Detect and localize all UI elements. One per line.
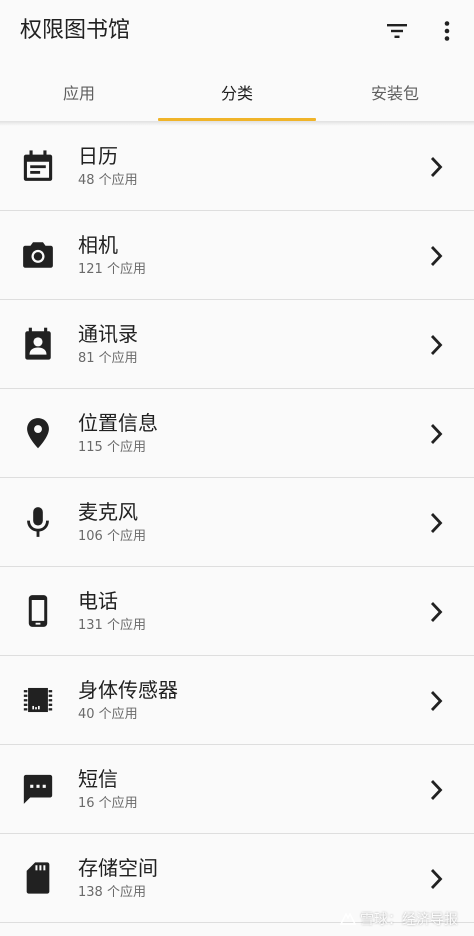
- contacts-icon: [25, 327, 51, 360]
- list-item-title: 麦克风: [78, 500, 138, 524]
- tab-packages-label: 安装包: [370, 84, 419, 103]
- sms-icon: [23, 774, 53, 804]
- chevron-right-icon: [430, 157, 443, 177]
- list-item-count: 40 个应用: [78, 707, 138, 722]
- chevron-right-icon: [430, 513, 443, 533]
- chevron-right-icon: [430, 602, 443, 622]
- chevron-right-icon: [430, 246, 443, 266]
- tab-categories[interactable]: 分类: [158, 62, 316, 122]
- tab-apps[interactable]: 应用: [0, 62, 158, 122]
- list-item-title: 身体传感器: [78, 678, 178, 702]
- list-item-title: 日历: [78, 144, 118, 168]
- sensor-chip-icon: [23, 687, 53, 713]
- list-item-title: 存储空间: [78, 856, 158, 880]
- list-item-count: 131 个应用: [78, 618, 146, 633]
- chevron-right-icon: [430, 424, 443, 444]
- chevron-right-icon: [430, 335, 443, 355]
- list-item-title: 电话: [78, 589, 118, 613]
- app-bar: 权限图书馆: [0, 0, 474, 62]
- tab-apps-label: 应用: [62, 84, 95, 103]
- snowball-logo-icon: [340, 912, 356, 925]
- chevron-right-icon: [430, 869, 443, 889]
- app-title: 权限图书馆: [20, 18, 131, 43]
- chevron-right-icon: [430, 691, 443, 711]
- tab-bar: 应用 分类 安装包: [0, 62, 474, 122]
- list-item-count: 115 个应用: [78, 440, 146, 455]
- sd-card-icon: [26, 862, 50, 894]
- list-item-sms[interactable]: 短信 16 个应用: [0, 745, 474, 834]
- list-item-title: 短信: [78, 767, 118, 791]
- list-item-phone[interactable]: 电话 131 个应用: [0, 567, 474, 656]
- list-item-microphone[interactable]: 麦克风 106 个应用: [0, 478, 474, 567]
- tab-packages[interactable]: 安装包: [316, 62, 474, 122]
- list-item-body-sensors[interactable]: 身体传感器 40 个应用: [0, 656, 474, 745]
- list-item-title: 相机: [78, 233, 118, 257]
- tab-categories-label: 分类: [220, 84, 253, 103]
- category-list: 日历 48 个应用 相机 121 个应用 通讯录 81 个应用 位置信息 115…: [0, 122, 474, 923]
- location-pin-icon: [27, 418, 49, 449]
- camera-icon: [23, 242, 53, 268]
- filter-list-icon: [387, 24, 407, 38]
- list-item-count: 138 个应用: [78, 885, 146, 900]
- list-item-title: 位置信息: [78, 411, 158, 435]
- microphone-icon: [27, 507, 49, 537]
- calendar-icon: [23, 150, 53, 181]
- list-item-calendar[interactable]: 日历 48 个应用: [0, 122, 474, 211]
- phone-icon: [28, 595, 48, 627]
- list-item-contacts[interactable]: 通讯录 81 个应用: [0, 300, 474, 389]
- filter-button[interactable]: [378, 12, 416, 50]
- watermark-text: 雪球：经济导报: [360, 912, 458, 928]
- app-screen: 权限图书馆 应用 分类 安装包 日历 48 个应用 相机 121 个应用 通讯录…: [0, 0, 474, 936]
- list-item-count: 121 个应用: [78, 262, 146, 277]
- more-vert-icon: [444, 21, 450, 41]
- list-item-count: 48 个应用: [78, 173, 138, 188]
- watermark: 雪球：经济导报: [340, 910, 458, 930]
- list-item-location[interactable]: 位置信息 115 个应用: [0, 389, 474, 478]
- list-item-count: 81 个应用: [78, 351, 138, 366]
- list-item-title: 通讯录: [78, 322, 138, 346]
- list-item-camera[interactable]: 相机 121 个应用: [0, 211, 474, 300]
- list-item-count: 16 个应用: [78, 796, 138, 811]
- chevron-right-icon: [430, 780, 443, 800]
- list-item-count: 106 个应用: [78, 529, 146, 544]
- more-options-button[interactable]: [428, 12, 466, 50]
